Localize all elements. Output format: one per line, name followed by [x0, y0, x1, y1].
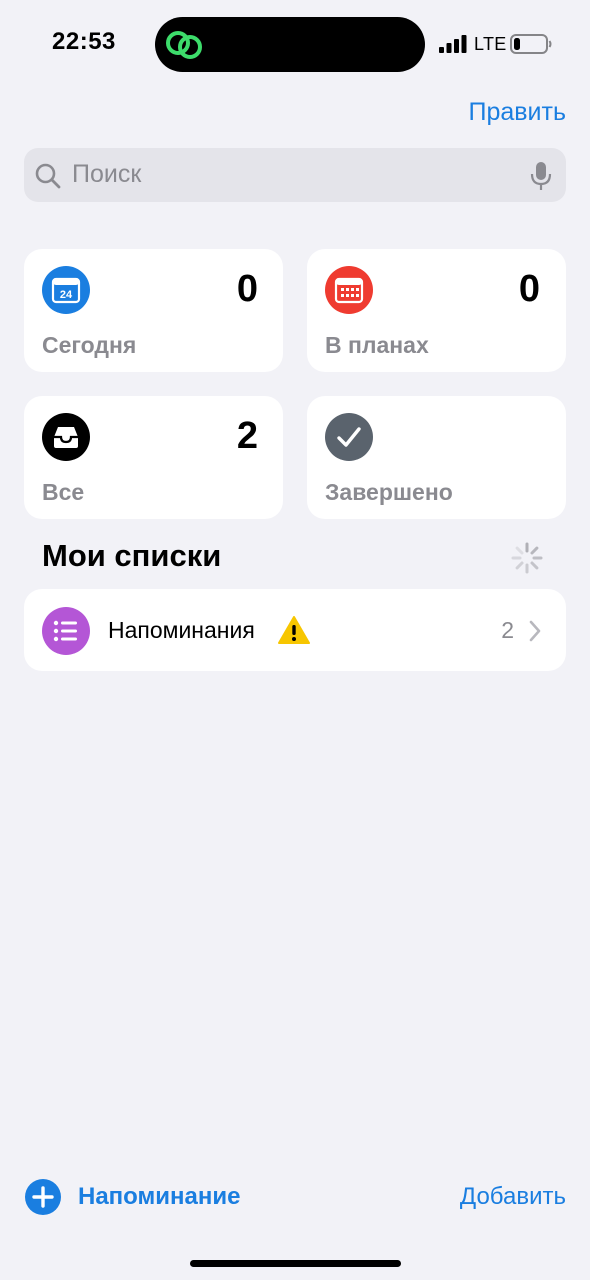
loading-spinner-icon [511, 542, 543, 574]
status-time: 22:53 [52, 28, 116, 55]
list-item-count: 2 [501, 617, 514, 643]
search-icon [35, 163, 61, 189]
link-activity-icon [166, 31, 202, 59]
scheduled-count: 0 [518, 268, 540, 310]
today-label: Сегодня [42, 332, 137, 358]
home-indicator [190, 1260, 401, 1267]
plus-circle-icon[interactable] [24, 1178, 62, 1216]
cellular-signal-icon [439, 35, 467, 53]
all-label: Все [42, 479, 85, 505]
scheduled-label: В планах [325, 332, 429, 358]
edit-button[interactable]: Править [469, 98, 567, 127]
tray-icon [42, 413, 90, 461]
microphone-icon[interactable] [529, 161, 553, 191]
battery-icon [510, 34, 552, 54]
calendar-today-icon: 24 [42, 266, 90, 314]
new-reminder-button[interactable]: Напоминание [78, 1183, 240, 1211]
calendar-scheduled-icon [325, 266, 373, 314]
network-type: LTE [474, 34, 507, 54]
all-count: 2 [236, 415, 258, 457]
completed-label: Завершено [325, 479, 453, 505]
add-list-button[interactable]: Добавить [460, 1183, 566, 1211]
search-input[interactable] [72, 160, 492, 189]
chevron-right-icon [529, 620, 541, 642]
today-count: 0 [236, 268, 258, 310]
my-lists-title: Мои списки [42, 538, 222, 573]
svg-text:24: 24 [60, 289, 73, 301]
list-bullet-icon [42, 607, 90, 655]
checkmark-icon [325, 413, 373, 461]
warning-icon [278, 616, 310, 644]
list-item-name: Напоминания [108, 617, 255, 643]
